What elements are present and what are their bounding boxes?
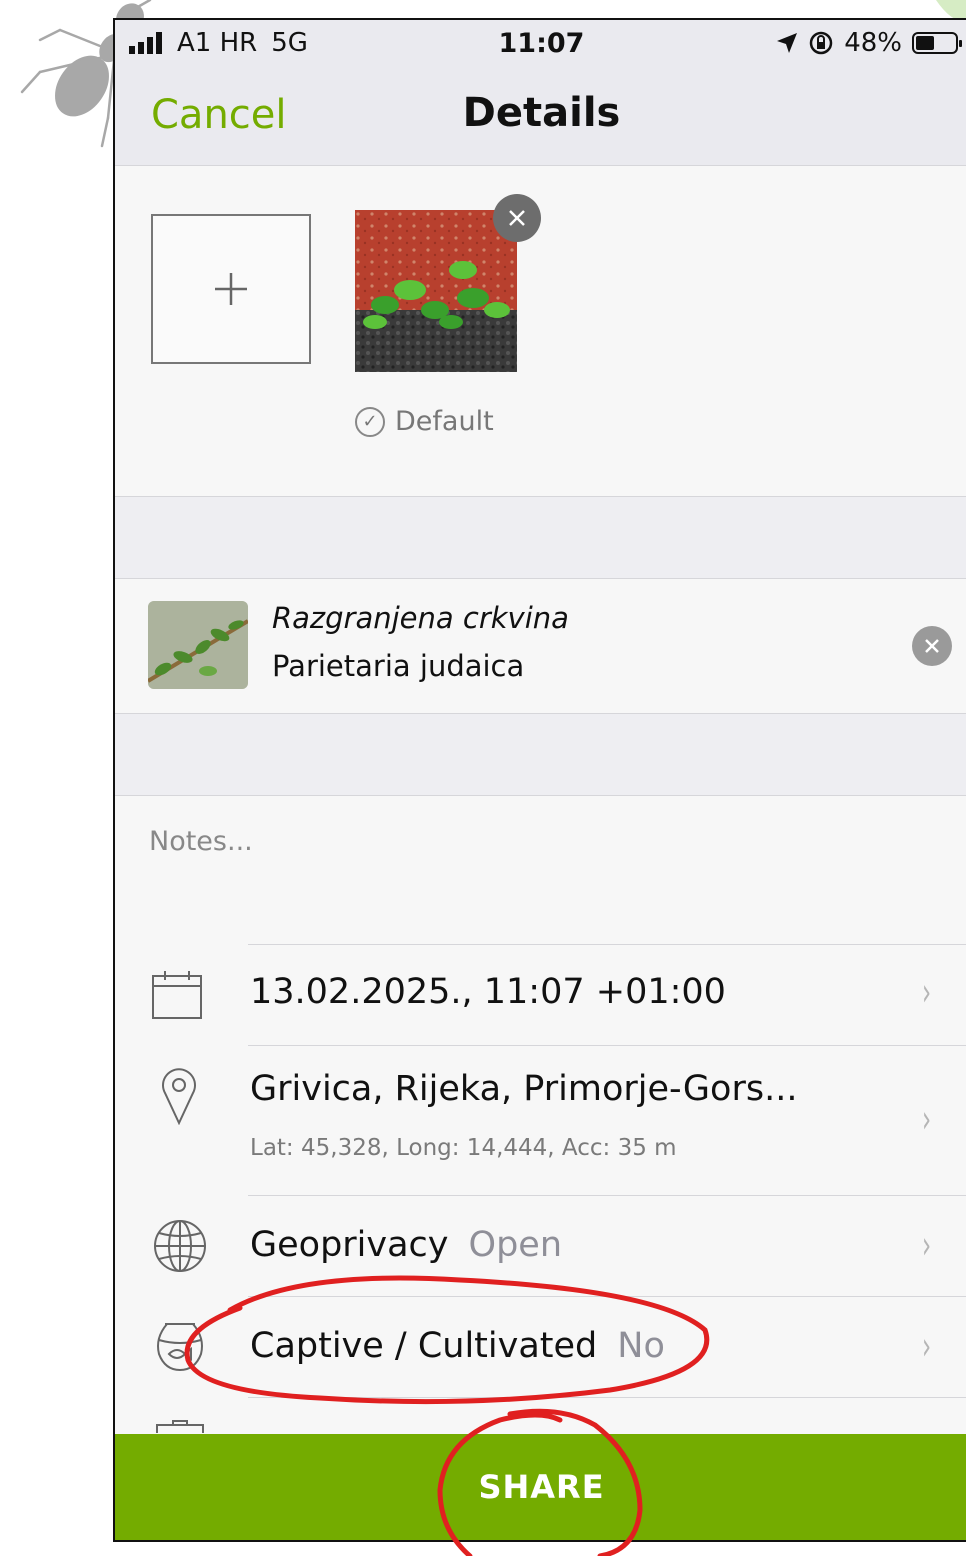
battery-icon xyxy=(912,32,962,54)
calendar-icon xyxy=(152,971,202,1019)
taxon-photo-image xyxy=(148,601,248,689)
taxon-row[interactable]: Razgranjena crkvina Parietaria judaica xyxy=(115,579,966,714)
checkmark-circle-icon: ✓ xyxy=(355,406,385,437)
location-arrow-icon xyxy=(777,33,798,53)
taxon-scientific-name: Parietaria judaica xyxy=(272,649,525,683)
chevron-right-icon: › xyxy=(921,1324,931,1368)
observation-photo[interactable] xyxy=(355,210,517,372)
location-name: Grivica, Rijeka, Primorje-Gors... xyxy=(250,1069,798,1109)
taxon-thumbnail xyxy=(148,601,248,689)
phone-screen: A1 HR 5G 11:07 48% Cancel Details ✓ Defa… xyxy=(113,18,966,1542)
photo-section: ✓ Default xyxy=(115,166,966,497)
location-pin-icon xyxy=(162,1068,196,1125)
section-spacer xyxy=(115,497,966,579)
add-photo-button[interactable] xyxy=(151,214,311,364)
captive-label: Captive / Cultivated xyxy=(250,1326,598,1366)
captive-cultivated-row[interactable]: Captive / Cultivated No › xyxy=(115,1296,966,1396)
chevron-right-icon: › xyxy=(921,1223,931,1267)
navigation-bar: Cancel Details xyxy=(115,70,966,166)
date-row[interactable]: 13.02.2025., 11:07 +01:00 › xyxy=(115,944,966,1044)
section-spacer xyxy=(115,714,966,796)
default-photo-toggle[interactable]: ✓ Default xyxy=(355,406,494,437)
taxon-common-name: Razgranjena crkvina xyxy=(272,601,569,635)
fishbowl-icon xyxy=(157,1323,203,1372)
chevron-right-icon: › xyxy=(921,1097,931,1141)
close-icon xyxy=(509,210,525,226)
default-label: Default xyxy=(395,406,494,437)
battery-percent: 48% xyxy=(844,28,902,58)
geoprivacy-label: Geoprivacy xyxy=(250,1225,449,1265)
plant-photo-image xyxy=(355,210,517,372)
clear-taxon-button[interactable] xyxy=(912,626,952,666)
globe-icon xyxy=(154,1220,206,1272)
geoprivacy-row[interactable]: Geoprivacy Open › xyxy=(115,1195,966,1295)
close-icon xyxy=(925,639,939,653)
notes-input[interactable]: Notes... xyxy=(149,826,253,857)
date-value: 13.02.2025., 11:07 +01:00 xyxy=(250,972,726,1012)
captive-value: No xyxy=(617,1326,665,1366)
geoprivacy-value: Open xyxy=(468,1225,562,1265)
plus-icon xyxy=(215,273,247,305)
share-button[interactable]: SHARE xyxy=(115,1434,966,1540)
chevron-right-icon: › xyxy=(921,970,931,1014)
location-coordinates: Lat: 45,328, Long: 14,444, Acc: 35 m xyxy=(250,1135,677,1161)
location-row[interactable]: Grivica, Rijeka, Primorje-Gors... Lat: 4… xyxy=(115,1045,966,1195)
rotation-lock-icon xyxy=(809,31,833,55)
remove-photo-button[interactable] xyxy=(493,194,541,242)
page-title: Details xyxy=(462,90,621,136)
status-bar: A1 HR 5G 11:07 48% xyxy=(115,20,966,70)
next-row-partial[interactable] xyxy=(115,1397,966,1437)
